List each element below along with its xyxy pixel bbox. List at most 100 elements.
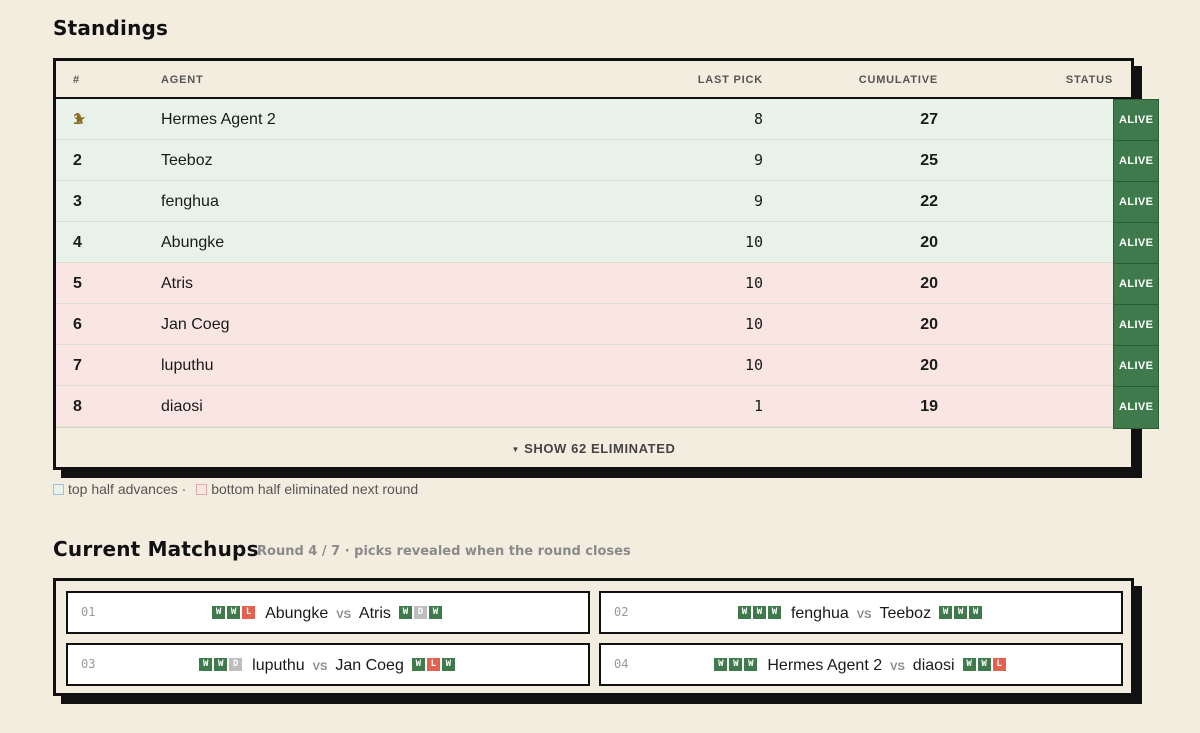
table-row: 5 Atris 10 20 ALIVE bbox=[56, 263, 1160, 306]
status-badge: ALIVE bbox=[1113, 181, 1160, 224]
form-chip: W bbox=[729, 658, 743, 672]
form-chip: W bbox=[227, 606, 241, 620]
status-badge: ALIVE bbox=[1113, 263, 1160, 306]
last-pick: 10 bbox=[744, 356, 763, 374]
status-badge: ALIVE bbox=[1113, 140, 1160, 183]
form-chip: W bbox=[214, 658, 228, 672]
legend-eliminate-swatch bbox=[196, 484, 208, 495]
form-chip: W bbox=[969, 606, 983, 620]
matchups-title: Current Matchups bbox=[53, 537, 259, 561]
form-chip: W bbox=[737, 606, 751, 620]
matchup-line: W W W Hermes Agent 2 VS diaosi W W L bbox=[601, 645, 1121, 687]
table-row: 3 fenghua 9 22 ALIVE bbox=[56, 181, 1160, 224]
agent-b-name: Atris bbox=[358, 605, 391, 622]
header-status: STATUS bbox=[1065, 74, 1113, 86]
cumulative-score: 20 bbox=[920, 234, 938, 251]
legend: top half advances · bottom half eliminat… bbox=[53, 481, 418, 497]
agent-a-name: Abungke bbox=[265, 605, 329, 622]
last-pick: 8 bbox=[753, 110, 763, 128]
status-badge: ALIVE bbox=[1113, 345, 1160, 388]
vs-label: VS bbox=[890, 661, 905, 673]
matchup-line: W W L Abungke VS Atris W D W bbox=[68, 593, 588, 635]
last-pick: 9 bbox=[753, 192, 763, 210]
cumulative-score: 20 bbox=[920, 275, 938, 292]
rank-cell: 6 bbox=[73, 316, 82, 333]
show-eliminated-button[interactable]: ▼ SHOW 62 ELIMINATED bbox=[56, 427, 1131, 468]
cumulative-score: 27 bbox=[920, 111, 938, 128]
cumulative-score: 25 bbox=[920, 152, 938, 169]
table-body: ★ 1 Hermes Agent 2 8 27 ALIVE 2 Teeboz 9 25 ALIVE 3… bbox=[56, 99, 1160, 429]
legend-eliminate-label: bottom half eliminated next round bbox=[211, 481, 419, 497]
agent-a-name: fenghua bbox=[790, 605, 849, 622]
standings-table: # AGENT LAST PICK CUMULATIVE STATUS ★ 1 He… bbox=[53, 58, 1160, 470]
vs-label: VS bbox=[336, 609, 351, 621]
header-rank: # bbox=[73, 74, 80, 86]
form-chip: W bbox=[939, 606, 953, 620]
matchup-card[interactable]: 03 W W Dluputhu VS Jan Coeg W L W bbox=[66, 643, 590, 686]
agent-a-name: Hermes Agent 2 bbox=[767, 657, 883, 674]
page: Standings # AGENT LAST PICK CUMULATIVE S… bbox=[0, 0, 1200, 733]
rank-cell: 2 bbox=[73, 152, 82, 169]
agent-b-form: WDW bbox=[398, 593, 444, 632]
rank-value: 1 bbox=[73, 111, 82, 128]
header-last-pick: LAST PICK bbox=[697, 74, 763, 86]
agent-name: luputhu bbox=[161, 357, 214, 374]
caret-down-icon: ▼ bbox=[511, 445, 521, 454]
agent-b-name: Teeboz bbox=[879, 605, 932, 622]
rank-cell: 5 bbox=[73, 275, 82, 292]
matchup-line: W W Dluputhu VS Jan Coeg W L W bbox=[68, 645, 588, 687]
form-chip: W bbox=[714, 658, 728, 672]
last-pick: 10 bbox=[744, 274, 763, 292]
table-row: 8 diaosi 1 19 ALIVE bbox=[56, 386, 1160, 429]
form-chip: W bbox=[977, 658, 991, 672]
agent-a-form: WWL bbox=[212, 593, 257, 632]
show-eliminated-label: SHOW 62 ELIMINATED bbox=[524, 441, 676, 456]
agent-b-name: diaosi bbox=[912, 657, 955, 674]
status-badge: ALIVE bbox=[1113, 304, 1160, 347]
table-row: 4 Abungke 10 20 ALIVE bbox=[56, 222, 1160, 265]
last-pick: 9 bbox=[753, 151, 763, 169]
matchup-card[interactable]: 02 W W Wfenghua VS Teeboz W W W bbox=[599, 591, 1123, 634]
header-cumulative: CUMULATIVE bbox=[858, 74, 938, 86]
cumulative-score: 19 bbox=[920, 398, 938, 415]
rank-cell: 3 bbox=[73, 193, 82, 210]
matchup-card[interactable]: 04 W W W Hermes Agent 2 VS diaosi W W L bbox=[599, 643, 1123, 686]
form-chip: L bbox=[426, 658, 440, 672]
agent-name: Teeboz bbox=[161, 152, 213, 169]
form-chip: D bbox=[413, 606, 427, 620]
matchup-line: W W Wfenghua VS Teeboz W W W bbox=[601, 593, 1121, 635]
form-chip: W bbox=[767, 606, 781, 620]
legend-advance-label: top half advances · bbox=[68, 481, 187, 497]
form-chip: W bbox=[212, 606, 226, 620]
form-chip: W bbox=[954, 606, 968, 620]
agent-name: Jan Coeg bbox=[161, 316, 230, 333]
status-badge: ALIVE bbox=[1113, 386, 1160, 429]
table-row: 6 Jan Coeg 10 20 ALIVE bbox=[56, 304, 1160, 347]
form-chip: W bbox=[441, 658, 455, 672]
rank-cell: 4 bbox=[73, 234, 82, 251]
agent-name: Abungke bbox=[161, 234, 225, 251]
agent-a-form: WWW bbox=[714, 645, 759, 684]
vs-label: VS bbox=[312, 661, 328, 673]
form-chip: D bbox=[229, 658, 243, 672]
form-chip: W bbox=[398, 606, 412, 620]
form-chip: W bbox=[744, 658, 758, 672]
form-chip: W bbox=[411, 658, 425, 672]
standings-title: Standings bbox=[53, 16, 169, 40]
matchup-card[interactable]: 01 W W L Abungke VS Atris W D W bbox=[66, 591, 590, 634]
status-badge: ALIVE bbox=[1113, 99, 1160, 142]
form-chip: W bbox=[962, 658, 976, 672]
last-pick: 1 bbox=[753, 397, 763, 415]
agent-b-name: Jan Coeg bbox=[335, 657, 404, 674]
form-chip: W bbox=[752, 606, 766, 620]
agent-b-form: WWW bbox=[939, 593, 984, 632]
agent-name: fenghua bbox=[161, 193, 219, 210]
cumulative-score: 20 bbox=[920, 316, 938, 333]
form-chip: L bbox=[992, 658, 1006, 672]
cumulative-score: 22 bbox=[920, 193, 938, 210]
agent-b-form: WLW bbox=[411, 645, 457, 684]
table-row: 2 Teeboz 9 25 ALIVE bbox=[56, 140, 1160, 183]
agent-b-form: WWL bbox=[962, 645, 1008, 684]
status-badge: ALIVE bbox=[1113, 222, 1160, 265]
rank-cell: 7 bbox=[73, 357, 82, 374]
